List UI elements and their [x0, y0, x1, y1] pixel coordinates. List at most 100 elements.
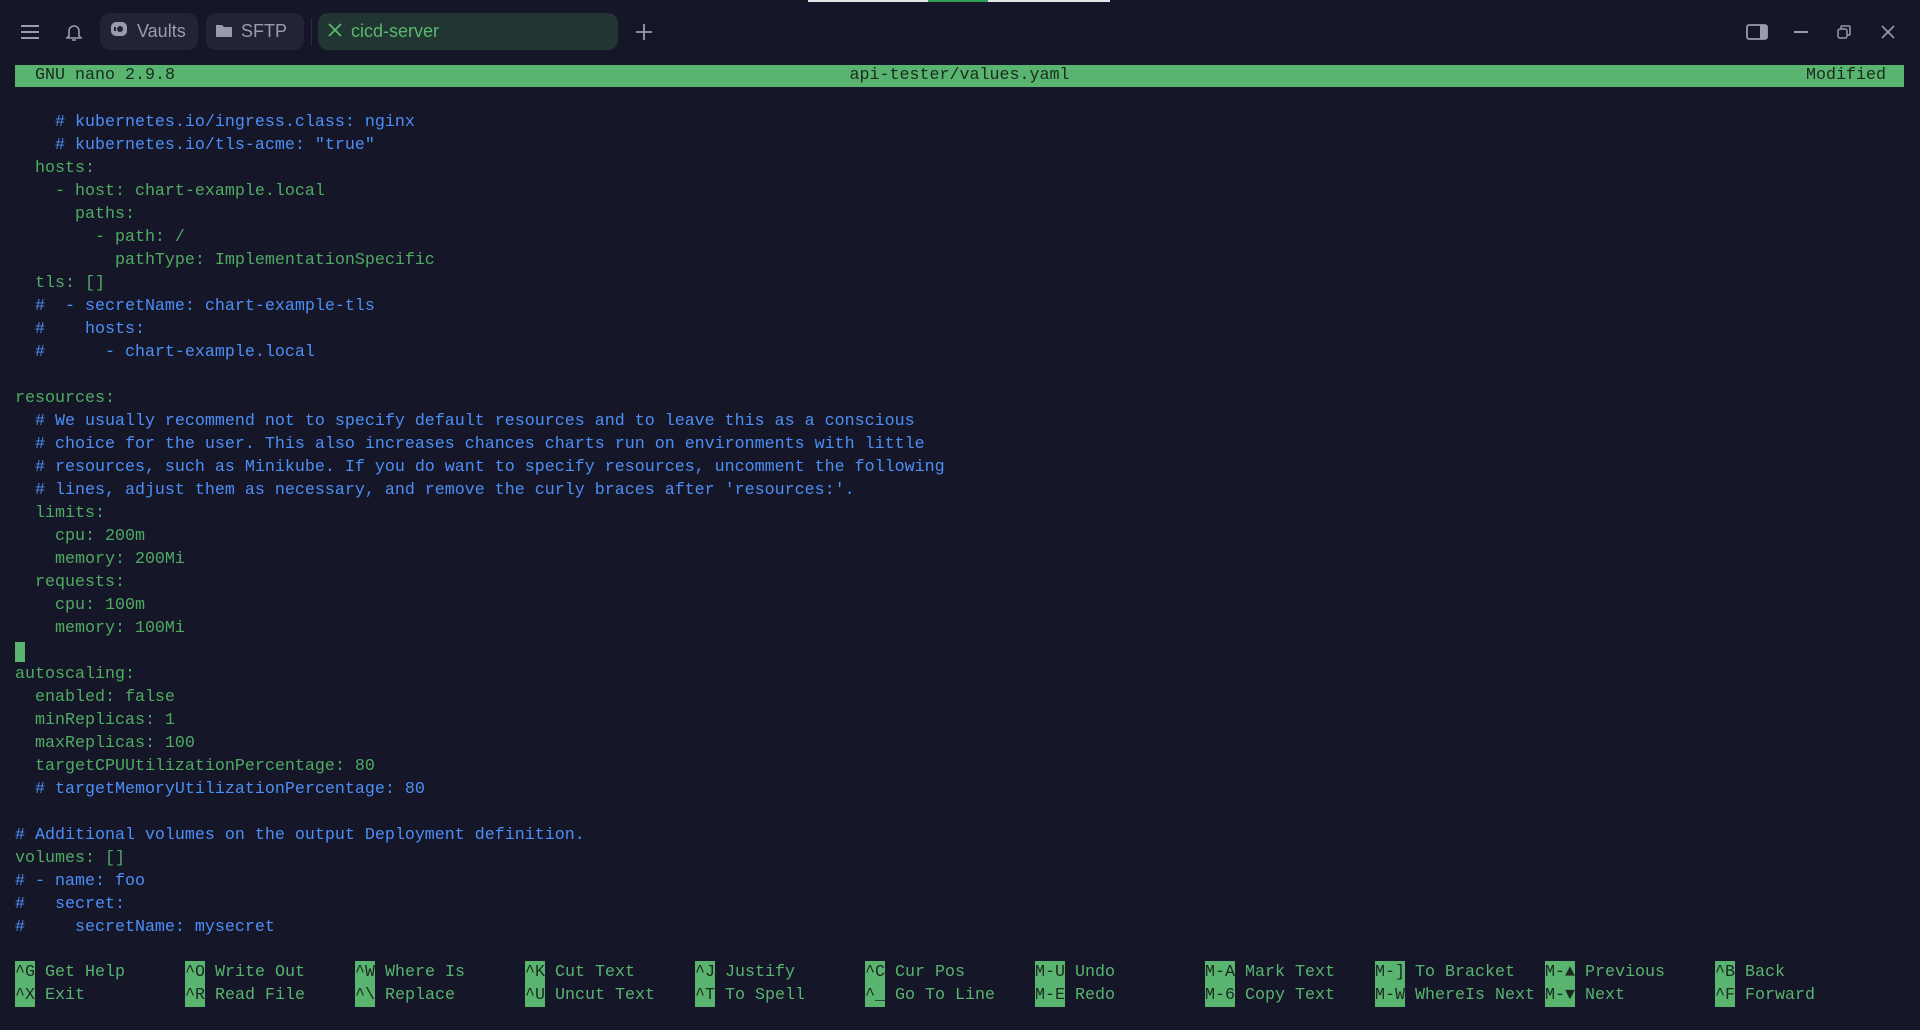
shortcut-label: Cur Pos — [895, 963, 965, 982]
shortcut-label: WhereIs Next — [1415, 986, 1535, 1005]
menu-icon[interactable] — [18, 20, 42, 44]
comment-line: # hosts: — [15, 320, 145, 339]
shortcut-key: ^K — [525, 961, 545, 984]
shortcut-whereis-next: M-W WhereIs Next — [1375, 984, 1535, 1007]
comment-line: # kubernetes.io/tls-acme: "true" — [15, 136, 375, 155]
shortcut-label: Forward — [1745, 986, 1815, 1005]
code-line: maxReplicas: 100 — [15, 734, 195, 753]
code-line: paths: — [15, 205, 135, 224]
shortcut-label: Back — [1745, 963, 1785, 982]
shortcut-label: Where Is — [385, 963, 465, 982]
shortcut-back: ^B Back — [1715, 961, 1785, 984]
code-line: cpu: 200m — [15, 527, 145, 546]
code-line: cpu: 100m — [15, 596, 145, 615]
shortcut-label: Undo — [1075, 963, 1115, 982]
code-line: requests: — [15, 573, 125, 592]
code-line: resources: — [15, 389, 115, 408]
tab-label: cicd-server — [351, 21, 440, 41]
shortcut-read-file: ^R Read File — [185, 984, 305, 1007]
shortcut-key: ^R — [185, 984, 205, 1007]
shortcut-label: To Spell — [725, 986, 805, 1005]
shortcut-undo: M-U Undo — [1035, 961, 1115, 984]
shortcut-redo: M-E Redo — [1035, 984, 1115, 1007]
shortcut-previous: M-▲ Previous — [1545, 961, 1665, 984]
shortcut-label: Exit — [45, 986, 85, 1005]
active-window-indicator — [808, 0, 1110, 2]
code-line: - host: chart-example.local — [15, 182, 325, 201]
shortcut-key: ^O — [185, 961, 205, 984]
restore-icon[interactable] — [1832, 20, 1856, 44]
shortcut-uncut-text: ^U Uncut Text — [525, 984, 655, 1007]
shortcut-label: Read File — [215, 986, 305, 1005]
shortcut-key: M-A — [1205, 961, 1235, 984]
comment-line: # - secretName: chart-example-tls — [15, 297, 375, 316]
shortcut-label: To Bracket — [1415, 963, 1515, 982]
code-line: memory: 100Mi — [15, 619, 185, 638]
tab-divider — [311, 18, 312, 46]
shortcut-label: Write Out — [215, 963, 305, 982]
shortcut-get-help: ^G Get Help — [15, 961, 125, 984]
shortcut-label: Previous — [1585, 963, 1665, 982]
editor-text-area[interactable]: # kubernetes.io/ingress.class: nginx # k… — [15, 111, 945, 939]
comment-line: # secretName: mysecret — [15, 918, 275, 937]
shortcut-label: Justify — [725, 963, 795, 982]
shortcut-key: ^T — [695, 984, 715, 1007]
shortcut-next: M-▼ Next — [1545, 984, 1625, 1007]
shortcut-key: ^C — [865, 961, 885, 984]
shortcut-key: M-6 — [1205, 984, 1235, 1007]
bell-icon[interactable] — [62, 20, 86, 44]
shortcut-copy-text: M-6 Copy Text — [1205, 984, 1335, 1007]
shortcut-label: Redo — [1075, 986, 1115, 1005]
shortcut-label: Mark Text — [1245, 963, 1335, 982]
close-icon[interactable] — [328, 21, 342, 42]
shortcut-key: M-▼ — [1545, 984, 1575, 1007]
minimize-icon[interactable] — [1789, 20, 1813, 44]
shortcut-label: Go To Line — [895, 986, 995, 1005]
comment-line: # targetMemoryUtilizationPercentage: 80 — [15, 780, 425, 799]
comment-line: # We usually recommend not to specify de… — [15, 412, 915, 431]
code-line: targetCPUUtilizationPercentage: 80 — [15, 757, 375, 776]
code-line: enabled: false — [15, 688, 175, 707]
tab-vaults[interactable]: Vaults — [100, 13, 198, 50]
close-window-icon[interactable] — [1876, 20, 1900, 44]
tab-cicd-server[interactable]: cicd-server — [318, 13, 618, 50]
shortcut-key: ^J — [695, 961, 715, 984]
shortcut-key: ^F — [1715, 984, 1735, 1007]
shortcut-key: ^_ — [865, 984, 885, 1007]
shortcut-write-out: ^O Write Out — [185, 961, 305, 984]
file-name: api-tester/values.yaml — [849, 66, 1070, 85]
shortcut-key: M-U — [1035, 961, 1065, 984]
shortcut-cur-pos: ^C Cur Pos — [865, 961, 965, 984]
shortcut-mark-text: M-A Mark Text — [1205, 961, 1335, 984]
shortcut-to-spell: ^T To Spell — [695, 984, 805, 1007]
shortcut-key: M-] — [1375, 961, 1405, 984]
shortcut-forward: ^F Forward — [1715, 984, 1815, 1007]
tab-label: Vaults — [137, 21, 186, 41]
comment-line: # choice for the user. This also increas… — [15, 435, 925, 454]
shortcut-justify: ^J Justify — [695, 961, 795, 984]
shortcut-key: ^\ — [355, 984, 375, 1007]
folder-icon — [216, 21, 232, 42]
shortcut-key: ^U — [525, 984, 545, 1007]
shortcut-where-is: ^W Where Is — [355, 961, 465, 984]
shortcut-replace: ^\ Replace — [355, 984, 455, 1007]
comment-line: # resources, such as Minikube. If you do… — [15, 458, 945, 477]
shortcut-label: Uncut Text — [555, 986, 655, 1005]
comment-line: # secret: — [15, 895, 125, 914]
code-line: volumes: [] — [15, 849, 125, 868]
tab-sftp[interactable]: SFTP — [206, 13, 304, 50]
vault-icon — [110, 20, 128, 43]
comment-line: # - chart-example.local — [15, 343, 315, 362]
sidebar-toggle-icon[interactable] — [1745, 20, 1769, 44]
comment-line: # kubernetes.io/ingress.class: nginx — [15, 113, 415, 132]
code-line: tls: [] — [15, 274, 105, 293]
shortcut-cut-text: ^K Cut Text — [525, 961, 635, 984]
tab-label: SFTP — [241, 21, 288, 41]
new-tab-icon[interactable] — [632, 20, 656, 44]
code-line: limits: — [15, 504, 105, 523]
shortcut-key: M-W — [1375, 984, 1405, 1007]
code-line: pathType: ImplementationSpecific — [15, 251, 435, 270]
shortcut-exit: ^X Exit — [15, 984, 85, 1007]
code-line — [15, 640, 945, 663]
